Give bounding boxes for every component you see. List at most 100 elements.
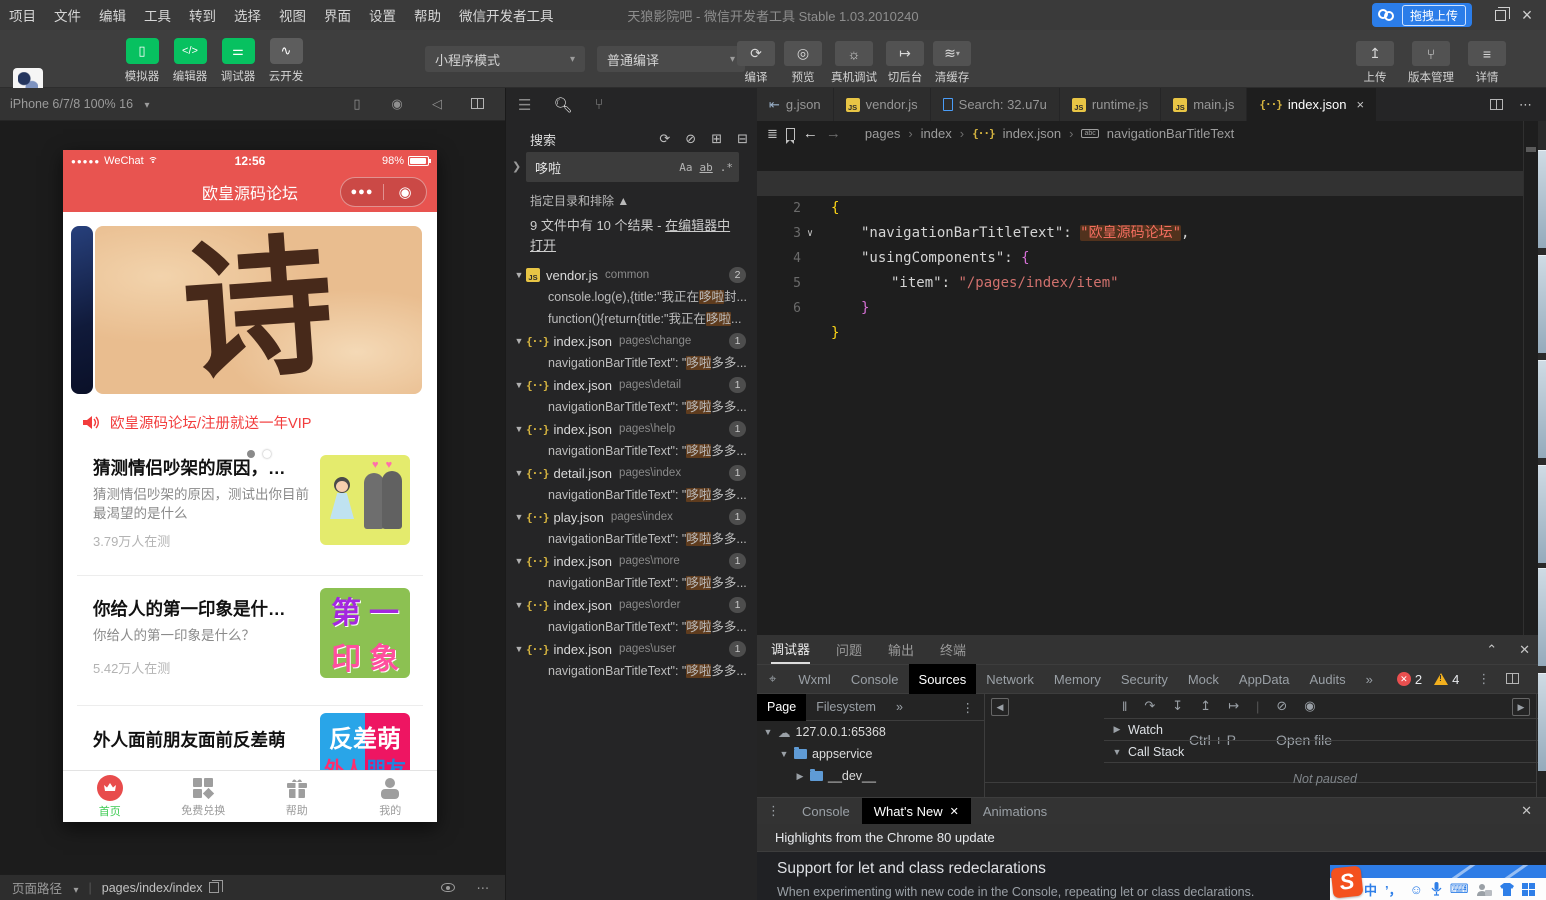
remote-debug-button[interactable]: ☼ 真机调试 xyxy=(831,41,877,85)
mute-icon[interactable]: ◁ xyxy=(417,96,457,112)
search-input[interactable]: 哆啦 Aa ab .* xyxy=(526,152,739,182)
breadcrumb-pages[interactable]: pages xyxy=(865,126,900,141)
eye-icon[interactable] xyxy=(440,883,455,892)
split-editor-icon[interactable] xyxy=(1490,99,1503,110)
search-match-row[interactable]: navigationBarTitleText": "哆啦多多... xyxy=(548,660,748,682)
tree-host-row[interactable]: ▼ ☁ 127.0.0.1:65368 xyxy=(757,721,984,743)
drawer-menu-icon[interactable]: ⋮ xyxy=(757,803,790,819)
preview-button[interactable]: ◎ 预览 xyxy=(784,41,822,85)
inspect-cursor-icon[interactable]: ⌖ xyxy=(757,671,788,687)
devtools-tab-appdata[interactable]: AppData xyxy=(1229,664,1300,694)
quiz-list-item[interactable]: 猜测情侣吵架的原因，… 猜测情侣吵架的原因，测试出你目前最渴望的是什么 3.79… xyxy=(63,455,437,555)
tab-mine[interactable]: 我的 xyxy=(344,771,438,822)
ime-mic-icon[interactable] xyxy=(1431,882,1442,896)
tab-search-editor[interactable]: Search: 32.u7u xyxy=(930,88,1060,121)
devtools-tab-security[interactable]: Security xyxy=(1111,664,1178,694)
tab-index-json[interactable]: {··} index.json × xyxy=(1247,88,1378,121)
ime-punct-toggle[interactable]: ’， xyxy=(1385,880,1402,899)
upload-button[interactable]: ↥ 上传 xyxy=(1356,41,1394,85)
menu-help[interactable]: 帮助 xyxy=(405,5,450,25)
menu-view[interactable]: 视图 xyxy=(270,5,315,25)
more-dots-icon[interactable]: ●●● xyxy=(341,186,383,198)
tab-problems[interactable]: 问题 xyxy=(836,635,862,664)
more-dots-icon[interactable]: ⋯ xyxy=(477,880,490,895)
search-file-row[interactable]: ▼ {··} index.json pages\order 1 xyxy=(506,594,758,616)
docked-sidebar-segment[interactable] xyxy=(1538,150,1546,248)
breadcrumb-index[interactable]: index xyxy=(921,126,952,141)
back-arrow-icon[interactable]: ← xyxy=(803,125,818,142)
ime-keyboard-icon[interactable]: ⌨ xyxy=(1450,881,1469,897)
menu-interface[interactable]: 界面 xyxy=(315,5,360,25)
watch-section[interactable]: ▶ Watch xyxy=(1104,719,1546,741)
quiz-list-item[interactable]: 你给人的第一印象是什… 你给人的第一印象是什么？ 5.42万人在测 第一 印象 xyxy=(63,588,437,696)
close-window-button[interactable]: × xyxy=(1514,5,1540,26)
background-switch-button[interactable]: ↦ 切后台 xyxy=(886,41,924,85)
carousel-prev-slide[interactable] xyxy=(71,226,93,394)
search-file-row[interactable]: ▼ {··} index.json pages\detail 1 xyxy=(506,374,758,396)
docked-sidebar-segment[interactable] xyxy=(1538,673,1546,771)
pane-menu-icon[interactable]: ⋮ xyxy=(962,700,985,715)
menu-tools[interactable]: 工具 xyxy=(135,5,180,25)
debugger-toggle-button[interactable]: ⚌ 调试器 xyxy=(214,38,262,84)
version-manage-button[interactable]: ⑂ 版本管理 xyxy=(1408,41,1454,85)
git-branch-icon[interactable]: ⑂ xyxy=(595,96,604,113)
pause-on-exceptions-icon[interactable]: ◉ xyxy=(1304,698,1315,714)
step-icon[interactable]: ↦ xyxy=(1228,698,1239,714)
devtools-menu-icon[interactable]: ⋮ xyxy=(1477,671,1490,687)
cloud-dev-button[interactable]: ∿ 云开发 xyxy=(262,38,310,84)
dock-side-icon[interactable] xyxy=(1506,672,1520,687)
step-into-icon[interactable]: ↧ xyxy=(1172,698,1183,714)
tab-debugger[interactable]: 调试器 xyxy=(771,635,811,664)
devtools-tab-sources[interactable]: Sources xyxy=(908,664,977,694)
ime-toolbox-icon[interactable] xyxy=(1521,882,1535,896)
menu-settings[interactable]: 设置 xyxy=(360,5,405,25)
docked-sidebar-segment[interactable] xyxy=(1538,465,1546,563)
mode-select[interactable]: 小程序模式 ▾ xyxy=(425,46,585,72)
compile-mode-select[interactable]: 普通编译 ▾ xyxy=(597,46,745,72)
search-match-row[interactable]: navigationBarTitleText": "哆啦多多... xyxy=(548,484,748,506)
close-tab-icon[interactable]: × xyxy=(1356,97,1364,112)
drawer-tab-console[interactable]: Console xyxy=(790,798,862,824)
devtools-tab-console[interactable]: Console xyxy=(841,664,909,694)
warning-counter[interactable]: 4 xyxy=(1434,672,1459,687)
tab-main-js[interactable]: JS main.js xyxy=(1161,88,1248,121)
tree-folder-row[interactable]: ▼ appservice xyxy=(757,743,984,765)
tab-terminal[interactable]: 终端 xyxy=(940,635,966,664)
search-file-row[interactable]: ▼ {··} index.json pages\more 1 xyxy=(506,550,758,572)
devtools-tab-mock[interactable]: Mock xyxy=(1178,664,1229,694)
ime-skin-icon[interactable] xyxy=(1499,882,1514,896)
sogou-logo[interactable]: S xyxy=(1330,865,1364,899)
search-file-row[interactable]: ▼ {··} play.json pages\index 1 xyxy=(506,506,758,528)
search-file-row[interactable]: ▼ JS vendor.js common 2 xyxy=(506,264,758,286)
docked-sidebar-segment[interactable] xyxy=(1538,568,1546,666)
tab-free-exchange[interactable]: 免费兑换 xyxy=(157,771,251,822)
search-match-row[interactable]: navigationBarTitleText": "哆啦多多... xyxy=(548,528,748,550)
breadcrumb-symbol[interactable]: navigationBarTitleText xyxy=(1107,126,1234,141)
more-tabs-icon[interactable]: » xyxy=(1356,664,1383,694)
search-match-row[interactable]: function(){return{title:"我正在哆啦... xyxy=(548,308,748,330)
collapse-panel-icon[interactable]: ⌃ xyxy=(1486,642,1497,658)
menu-edit[interactable]: 编辑 xyxy=(90,5,135,25)
drag-upload-button[interactable]: 拖拽上传 xyxy=(1371,3,1472,27)
scrollbar-thumb[interactable] xyxy=(1526,147,1536,152)
refresh-icon[interactable]: ⟳ xyxy=(659,131,670,147)
deactivate-breakpoints-icon[interactable]: ⊘ xyxy=(1276,698,1287,714)
devtools-tab-memory[interactable]: Memory xyxy=(1044,664,1111,694)
step-out-icon[interactable]: ↥ xyxy=(1200,698,1211,714)
search-icon[interactable]: 🔍︎ xyxy=(553,96,572,114)
copy-path-icon[interactable] xyxy=(208,880,223,893)
menu-goto[interactable]: 转到 xyxy=(180,5,225,25)
collapse-all-icon[interactable]: ⊟ xyxy=(737,131,748,147)
page-path-selector[interactable]: 页面路径 ▾ xyxy=(12,878,79,897)
devtools-tab-audits[interactable]: Audits xyxy=(1300,664,1356,694)
close-panel-icon[interactable]: ✕ xyxy=(1519,642,1530,658)
search-match-row[interactable]: navigationBarTitleText": "哆啦多多... xyxy=(548,616,748,638)
sources-tab-page[interactable]: Page xyxy=(757,693,807,721)
rotate-device-icon[interactable]: ▯ xyxy=(337,96,377,112)
ime-login-icon[interactable] xyxy=(1476,883,1492,896)
error-counter[interactable]: ✕ 2 xyxy=(1396,672,1422,687)
bookmark-icon[interactable] xyxy=(785,127,795,144)
expand-search-chevron[interactable]: ❯ xyxy=(512,160,521,173)
device-selector[interactable]: iPhone 6/7/8 100% 16 ▾ xyxy=(10,97,150,111)
more-dots-icon[interactable]: ⋯ xyxy=(1519,97,1532,113)
